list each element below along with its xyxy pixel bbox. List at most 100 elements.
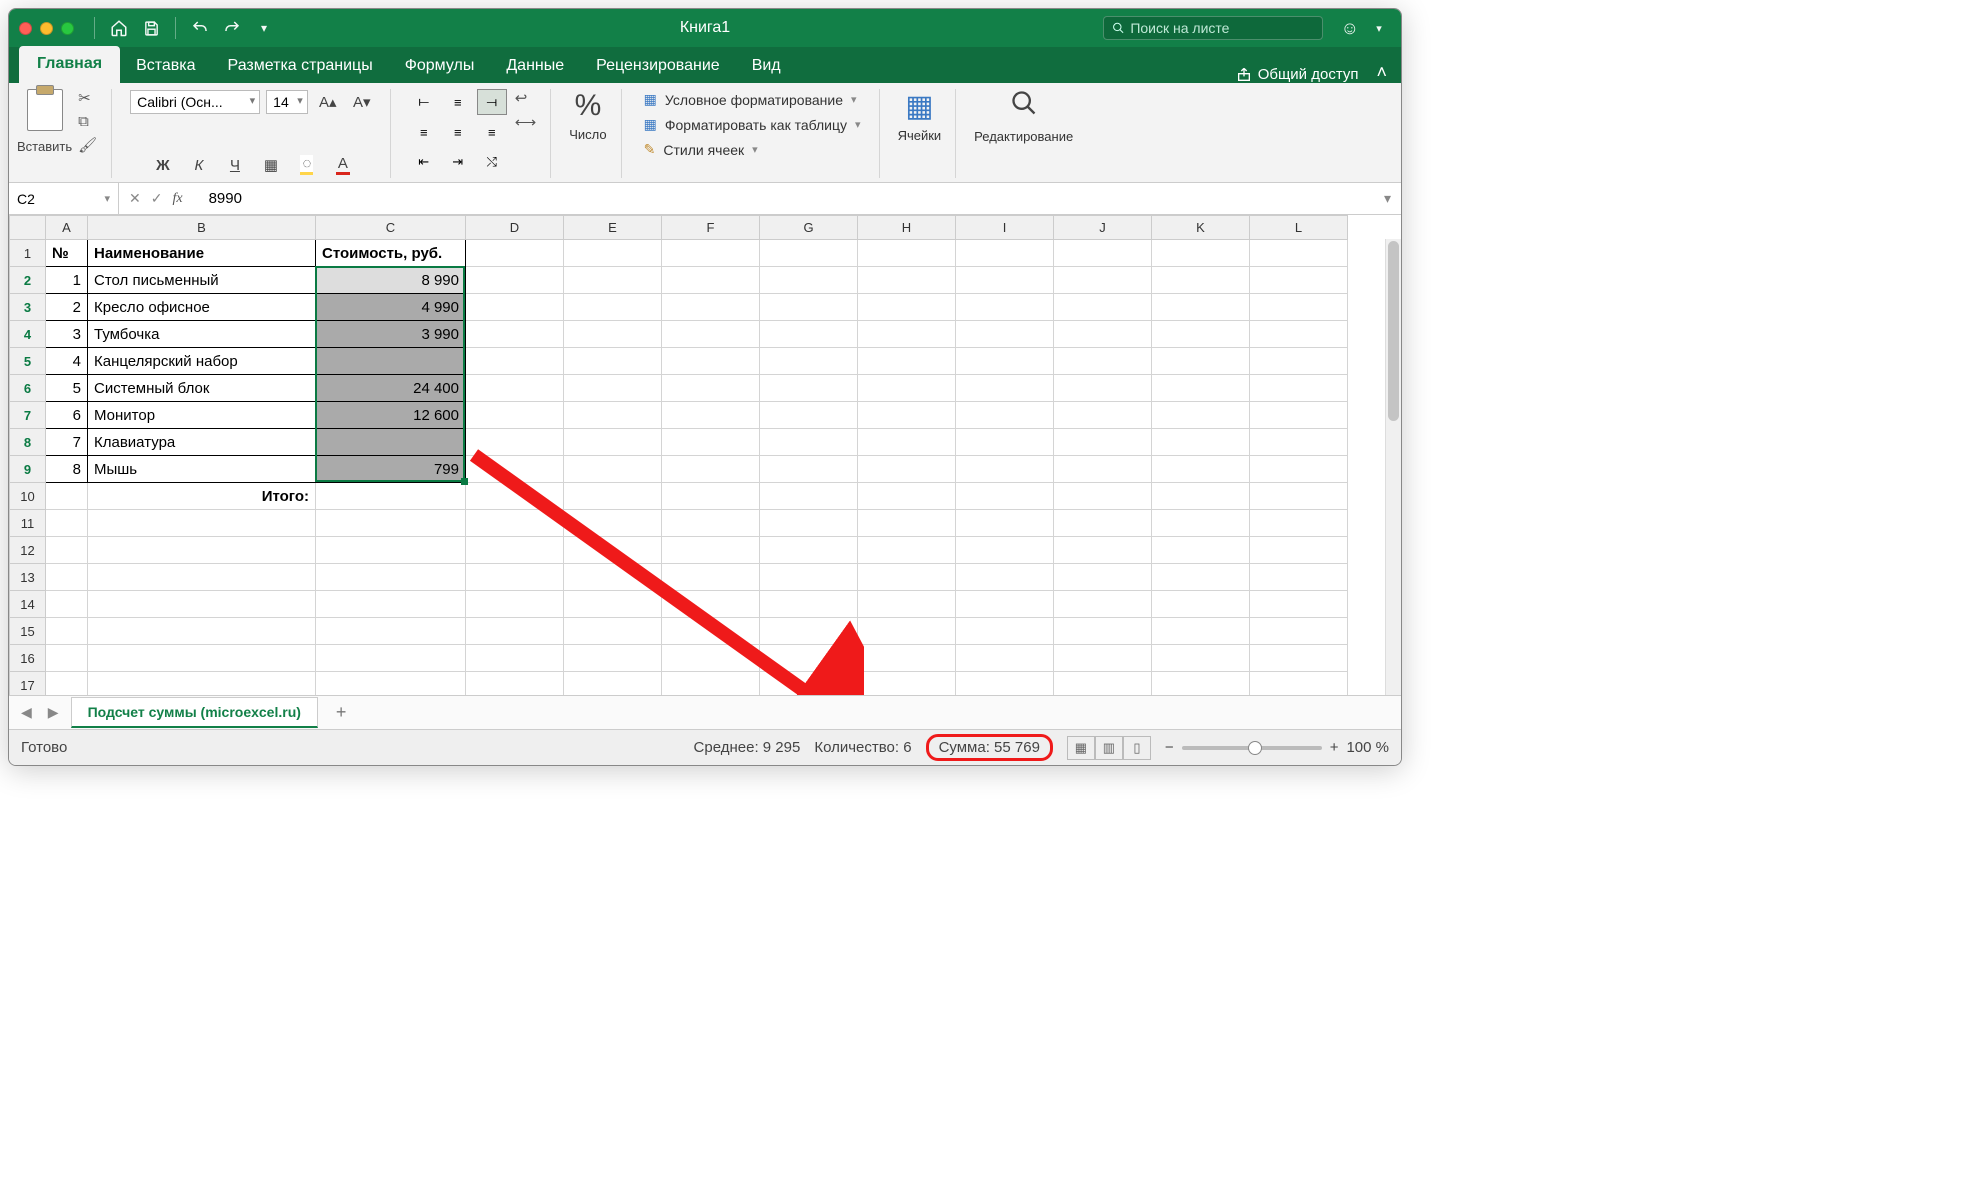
cell[interactable] (46, 591, 88, 618)
cell[interactable]: 3 990 (316, 321, 466, 348)
font-size-combo[interactable]: 14 (266, 90, 308, 114)
cell[interactable] (1054, 672, 1152, 696)
cell[interactable] (564, 618, 662, 645)
cell[interactable] (466, 564, 564, 591)
cell[interactable] (662, 240, 760, 267)
cell[interactable]: 3 (46, 321, 88, 348)
cell[interactable] (88, 645, 316, 672)
format-as-table-button[interactable]: ▦ Форматировать как таблицу (640, 114, 865, 135)
row-header[interactable]: 11 (10, 510, 46, 537)
cell[interactable]: Стол письменный (88, 267, 316, 294)
cell[interactable] (662, 294, 760, 321)
cell[interactable] (316, 672, 466, 696)
cell[interactable] (46, 618, 88, 645)
cell[interactable] (956, 537, 1054, 564)
cell[interactable]: 12 600 (316, 402, 466, 429)
cell[interactable] (662, 456, 760, 483)
cell[interactable] (564, 672, 662, 696)
increase-font-icon[interactable]: A▴ (314, 89, 342, 115)
cell[interactable] (1152, 591, 1250, 618)
prev-sheet-icon[interactable]: ◀ (17, 700, 36, 725)
cell[interactable] (956, 375, 1054, 402)
cell[interactable] (88, 618, 316, 645)
cell[interactable] (564, 429, 662, 456)
cell[interactable] (466, 672, 564, 696)
cell[interactable] (760, 429, 858, 456)
cell[interactable] (46, 645, 88, 672)
vertical-scrollbar[interactable] (1385, 239, 1401, 695)
row-header[interactable]: 3 (10, 294, 46, 321)
align-left-icon[interactable]: ≡ (409, 119, 439, 145)
cell[interactable]: Кресло офисное (88, 294, 316, 321)
cell[interactable] (858, 321, 956, 348)
cell[interactable] (760, 375, 858, 402)
cell[interactable]: Монитор (88, 402, 316, 429)
cell[interactable] (662, 375, 760, 402)
indent-decrease-icon[interactable]: ⇤ (409, 149, 439, 175)
cancel-formula-icon[interactable]: ✕ (129, 190, 141, 207)
cell[interactable] (1152, 672, 1250, 696)
cell[interactable]: 799 (316, 456, 466, 483)
cell[interactable] (1054, 564, 1152, 591)
cell[interactable] (564, 240, 662, 267)
cell[interactable] (1054, 483, 1152, 510)
cell[interactable] (1152, 537, 1250, 564)
column-header[interactable]: C (316, 216, 466, 240)
column-header[interactable]: I (956, 216, 1054, 240)
sheet-tab[interactable]: Подсчет суммы (microexcel.ru) (71, 697, 318, 728)
cell[interactable] (760, 240, 858, 267)
normal-view-icon[interactable]: ▦ (1067, 736, 1095, 760)
merge-icon[interactable]: ⟷ (515, 113, 537, 131)
cell[interactable] (956, 321, 1054, 348)
cell[interactable] (1250, 618, 1348, 645)
cell[interactable] (88, 510, 316, 537)
cell[interactable] (956, 240, 1054, 267)
cell[interactable] (1054, 645, 1152, 672)
cell[interactable] (662, 645, 760, 672)
cell[interactable] (956, 267, 1054, 294)
cell[interactable] (1250, 348, 1348, 375)
cell-styles-button[interactable]: ✎ Стили ячеек (640, 139, 865, 160)
cell[interactable] (466, 483, 564, 510)
cell[interactable]: Системный блок (88, 375, 316, 402)
cell[interactable] (564, 456, 662, 483)
cell[interactable] (956, 591, 1054, 618)
borders-icon[interactable]: ▦ (257, 152, 285, 178)
cell[interactable] (956, 402, 1054, 429)
home-icon[interactable] (107, 16, 131, 40)
cell[interactable] (1152, 267, 1250, 294)
zoom-out-icon[interactable]: − (1165, 739, 1174, 756)
cell[interactable] (760, 483, 858, 510)
format-painter-icon[interactable]: 🖌 (78, 136, 97, 154)
column-header[interactable]: K (1152, 216, 1250, 240)
close-icon[interactable] (19, 22, 32, 35)
cell[interactable] (858, 564, 956, 591)
cell[interactable]: № (46, 240, 88, 267)
cell[interactable] (1250, 537, 1348, 564)
cell[interactable] (760, 618, 858, 645)
minimize-icon[interactable] (40, 22, 53, 35)
cell[interactable] (466, 510, 564, 537)
cell[interactable] (858, 645, 956, 672)
cell[interactable] (662, 483, 760, 510)
column-header[interactable]: L (1250, 216, 1348, 240)
cell[interactable] (466, 240, 564, 267)
name-box[interactable]: C2 (9, 183, 119, 214)
cell[interactable] (1152, 294, 1250, 321)
paste-icon[interactable] (27, 89, 63, 131)
cell[interactable] (316, 618, 466, 645)
tab-insert[interactable]: Вставка (120, 49, 211, 83)
cell[interactable] (564, 402, 662, 429)
cell[interactable] (1054, 294, 1152, 321)
row-header[interactable]: 4 (10, 321, 46, 348)
cell[interactable] (46, 510, 88, 537)
cell[interactable] (466, 591, 564, 618)
cell[interactable] (858, 375, 956, 402)
cell[interactable] (564, 564, 662, 591)
cell[interactable] (1054, 375, 1152, 402)
cell[interactable] (1250, 402, 1348, 429)
column-header[interactable]: G (760, 216, 858, 240)
page-break-view-icon[interactable]: ▯ (1123, 736, 1151, 760)
tab-review[interactable]: Рецензирование (580, 49, 736, 83)
cell[interactable]: 24 400 (316, 375, 466, 402)
